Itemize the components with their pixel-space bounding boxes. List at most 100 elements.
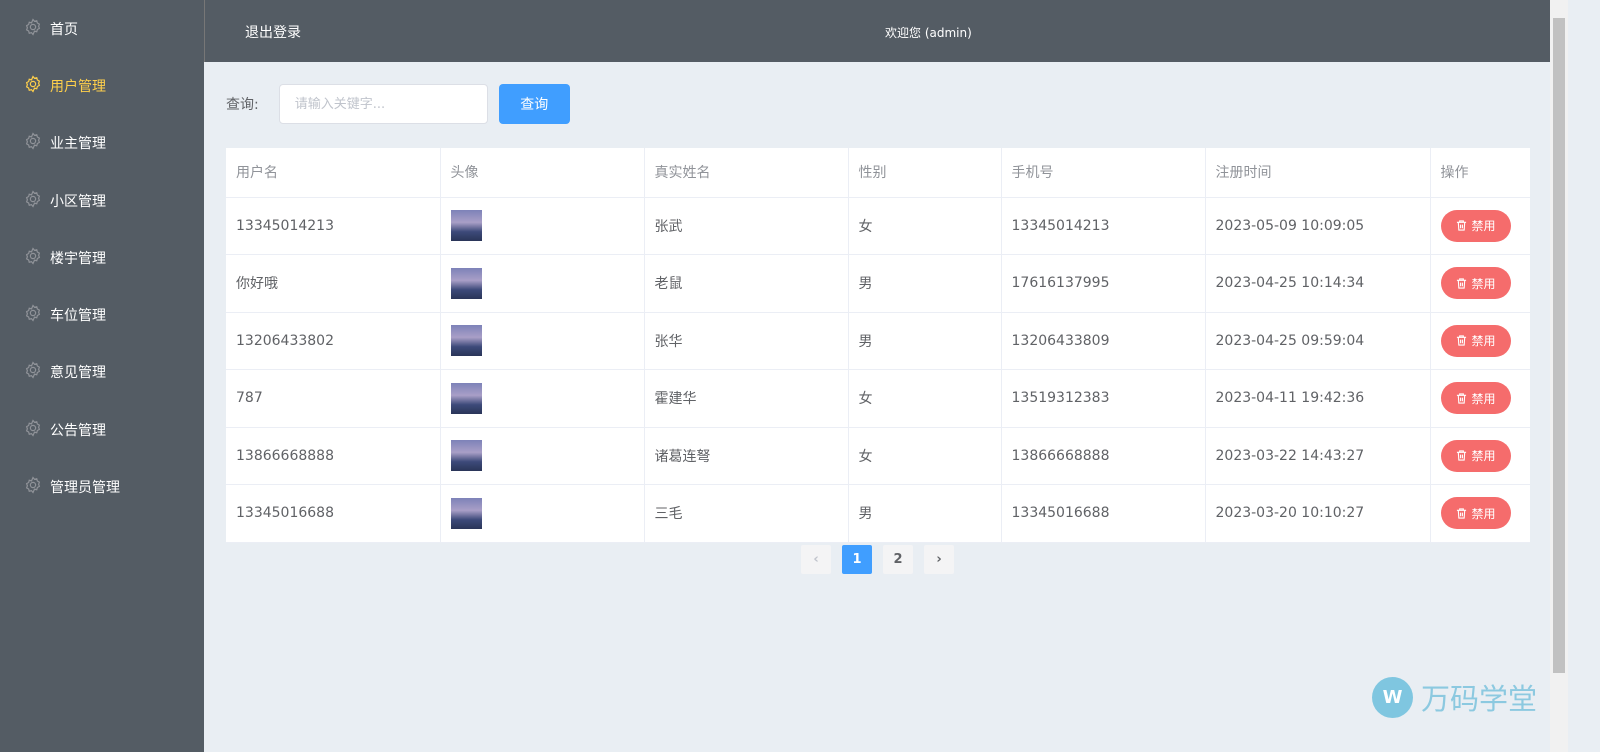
pagination: ‹ 1 2 › xyxy=(801,545,954,574)
column-header: 真实姓名 xyxy=(644,148,849,198)
register-time-cell: 2023-04-11 19:42:36 xyxy=(1205,369,1431,428)
sidebar: 首页用户管理业主管理小区管理楼宇管理车位管理意见管理公告管理管理员管理 xyxy=(0,0,204,752)
trash-icon xyxy=(1456,393,1466,404)
username-cell: 13866668888 xyxy=(226,427,441,485)
table-row: 13345016688 三毛 男 13345016688 2023-03-20 … xyxy=(226,484,1530,543)
next-page-button[interactable]: › xyxy=(924,545,954,574)
search-button[interactable]: 查询 xyxy=(498,84,570,124)
disable-button[interactable]: 禁用 xyxy=(1440,209,1511,242)
disable-label: 禁用 xyxy=(1471,334,1496,349)
gear-icon xyxy=(24,247,50,269)
scrollbar[interactable] xyxy=(1550,0,1568,752)
username-cell: 13206433802 xyxy=(226,312,441,370)
sidebar-item[interactable]: 楼宇管理 xyxy=(0,229,204,286)
register-time-cell: 2023-04-25 09:59:04 xyxy=(1205,312,1431,370)
search-input[interactable] xyxy=(278,84,488,124)
disable-label: 禁用 xyxy=(1471,506,1496,521)
column-header: 性别 xyxy=(848,148,1002,198)
gear-icon xyxy=(24,476,50,498)
real-name-cell: 张武 xyxy=(644,197,849,255)
gear-icon xyxy=(24,361,50,383)
sidebar-item[interactable]: 公告管理 xyxy=(0,401,204,458)
sidebar-item-label: 首页 xyxy=(50,21,78,38)
gear-icon xyxy=(24,132,50,154)
search-bar: 查询: 查询 xyxy=(226,84,570,124)
avatar xyxy=(450,210,482,242)
real-name-cell: 张华 xyxy=(644,312,849,370)
logout-button[interactable]: 退出登录 xyxy=(245,22,301,42)
action-cell: 禁用 xyxy=(1430,484,1530,543)
gender-cell: 男 xyxy=(848,484,1002,543)
scrollbar-thumb[interactable] xyxy=(1553,18,1565,673)
gear-icon xyxy=(24,419,50,441)
avatar-cell xyxy=(440,484,645,543)
gender-cell: 女 xyxy=(848,197,1002,255)
username-cell: 你好哦 xyxy=(226,254,441,313)
gender-cell: 女 xyxy=(848,369,1002,428)
sidebar-item[interactable]: 首页 xyxy=(0,0,204,57)
real-name-cell: 三毛 xyxy=(644,484,849,543)
sidebar-item[interactable]: 车位管理 xyxy=(0,286,204,343)
gender-cell: 男 xyxy=(848,312,1002,370)
register-time-cell: 2023-05-09 10:09:05 xyxy=(1205,197,1431,255)
trash-icon xyxy=(1456,278,1466,289)
sidebar-item-label: 车位管理 xyxy=(50,308,106,325)
sidebar-item-label: 用户管理 xyxy=(50,78,106,95)
avatar-cell xyxy=(440,254,645,313)
real-name-cell: 老鼠 xyxy=(644,254,849,313)
register-time-cell: 2023-04-25 10:14:34 xyxy=(1205,254,1431,313)
disable-label: 禁用 xyxy=(1471,219,1496,234)
disable-button[interactable]: 禁用 xyxy=(1440,439,1511,472)
prev-page-button[interactable]: ‹ xyxy=(801,545,831,574)
sidebar-item[interactable]: 用户管理 xyxy=(0,57,204,114)
table-row: 13345014213 张武 女 13345014213 2023-05-09 … xyxy=(226,197,1530,255)
disable-button[interactable]: 禁用 xyxy=(1440,267,1511,300)
gear-icon xyxy=(24,75,50,97)
table-row: 你好哦 老鼠 男 17616137995 2023-04-25 10:14:34… xyxy=(226,254,1530,313)
page-1-button[interactable]: 1 xyxy=(842,545,872,574)
gender-cell: 女 xyxy=(848,427,1002,485)
disable-button[interactable]: 禁用 xyxy=(1440,497,1511,530)
disable-label: 禁用 xyxy=(1471,276,1496,291)
gear-icon xyxy=(24,304,50,326)
column-header: 操作 xyxy=(1430,148,1530,198)
sidebar-item[interactable]: 业主管理 xyxy=(0,115,204,172)
page-2-button[interactable]: 2 xyxy=(883,545,913,574)
action-cell: 禁用 xyxy=(1430,197,1530,255)
action-cell: 禁用 xyxy=(1430,312,1530,370)
sidebar-item[interactable]: 管理员管理 xyxy=(0,458,204,515)
trash-icon xyxy=(1456,335,1466,346)
column-header: 头像 xyxy=(440,148,645,198)
username-cell: 13345016688 xyxy=(226,484,441,543)
trash-icon xyxy=(1456,220,1466,231)
column-header: 手机号 xyxy=(1001,148,1206,198)
disable-button[interactable]: 禁用 xyxy=(1440,382,1511,415)
phone-cell: 13345014213 xyxy=(1001,197,1206,255)
table-row: 787 霍建华 女 13519312383 2023-04-11 19:42:3… xyxy=(226,369,1530,428)
username-cell: 787 xyxy=(226,369,441,428)
sidebar-item[interactable]: 小区管理 xyxy=(0,172,204,229)
sidebar-item-label: 公告管理 xyxy=(50,422,106,439)
table-row: 13866668888 诸葛连弩 女 13866668888 2023-03-2… xyxy=(226,427,1530,485)
trash-icon xyxy=(1456,508,1466,519)
real-name-cell: 霍建华 xyxy=(644,369,849,428)
avatar xyxy=(450,382,482,414)
user-table: 用户名 头像 真实姓名 性别 手机号 注册时间 操作 13345014213 张武 女 13… xyxy=(226,148,1530,543)
avatar xyxy=(450,267,482,299)
watermark: W 万码学堂 xyxy=(1372,676,1537,718)
phone-cell: 13206433809 xyxy=(1001,312,1206,370)
phone-cell: 13519312383 xyxy=(1001,369,1206,428)
gender-cell: 男 xyxy=(848,254,1002,313)
sidebar-item-label: 意见管理 xyxy=(50,365,106,382)
action-cell: 禁用 xyxy=(1430,427,1530,485)
sidebar-item-label: 管理员管理 xyxy=(50,480,120,497)
register-time-cell: 2023-03-20 10:10:27 xyxy=(1205,484,1431,543)
welcome-text: 欢迎您 (admin) xyxy=(885,26,972,40)
search-label: 查询: xyxy=(226,97,259,113)
real-name-cell: 诸葛连弩 xyxy=(644,427,849,485)
disable-button[interactable]: 禁用 xyxy=(1440,324,1511,357)
sidebar-item[interactable]: 意见管理 xyxy=(0,344,204,401)
disable-label: 禁用 xyxy=(1471,391,1496,406)
sidebar-item-label: 小区管理 xyxy=(50,193,106,210)
phone-cell: 17616137995 xyxy=(1001,254,1206,313)
